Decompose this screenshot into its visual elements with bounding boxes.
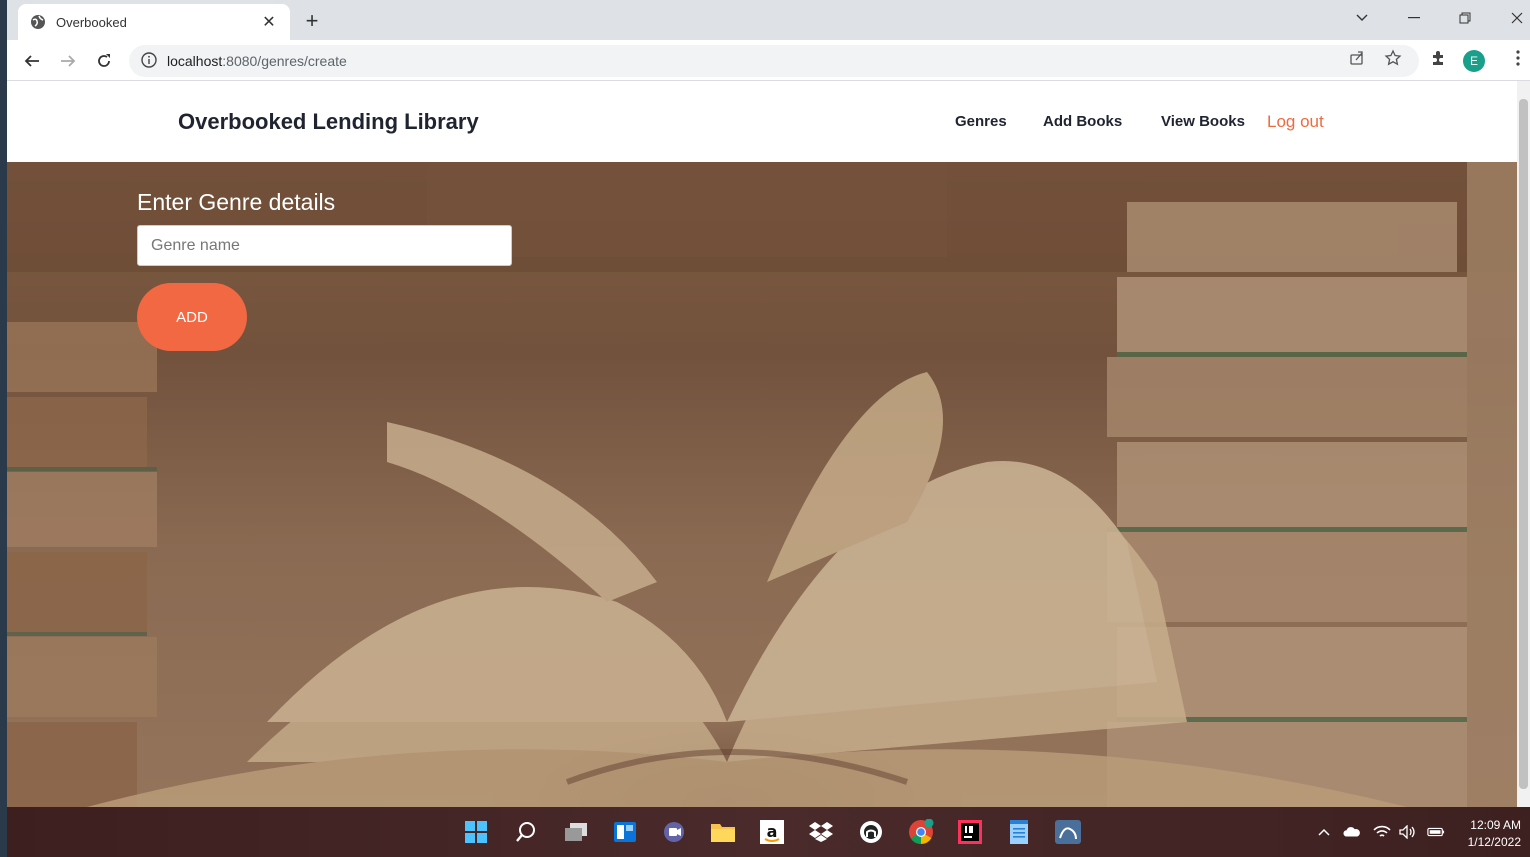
info-icon[interactable] [141, 52, 159, 70]
browser-tab[interactable]: Overbooked ✕ [18, 4, 290, 40]
notepad-icon[interactable] [1005, 818, 1033, 846]
search-icon[interactable] [512, 818, 540, 846]
extensions-puzzle-icon[interactable] [1427, 47, 1449, 69]
back-icon[interactable] [19, 48, 45, 74]
task-view-icon[interactable] [562, 818, 590, 846]
reload-icon[interactable] [91, 48, 117, 74]
globe-icon [30, 14, 46, 30]
speaker-icon[interactable] [1399, 823, 1417, 841]
chevron-down-icon[interactable] [1345, 6, 1379, 30]
url-path: :8080/genres/create [222, 53, 347, 69]
nav-link-view-books[interactable]: View Books [1161, 113, 1245, 130]
address-bar[interactable]: localhost:8080/genres/create [129, 45, 1419, 77]
browser-window: Overbooked ✕ + localhost:8080/genres/cre… [0, 0, 1530, 857]
genre-name-input[interactable] [137, 225, 512, 266]
close-window-icon[interactable] [1500, 6, 1530, 30]
wifi-icon[interactable] [1373, 823, 1391, 841]
url-host: localhost [167, 53, 223, 69]
new-tab-button[interactable]: + [299, 8, 325, 34]
browser-toolbar: localhost:8080/genres/create E [7, 40, 1530, 81]
close-tab-icon[interactable]: ✕ [260, 12, 278, 32]
onedrive-cloud-icon[interactable] [1343, 823, 1361, 841]
system-clock[interactable]: 12:09 AM 1/12/2022 [1468, 817, 1521, 851]
restore-icon[interactable] [1448, 6, 1482, 30]
share-icon[interactable] [1346, 47, 1368, 69]
tab-strip: Overbooked ✕ + [7, 0, 1530, 40]
page-scrollbar[interactable] [1517, 81, 1530, 807]
windows-start-icon[interactable] [462, 818, 490, 846]
chevron-up-icon[interactable] [1315, 823, 1333, 841]
nav-link-add-books[interactable]: Add Books [1043, 113, 1122, 130]
add-genre-button[interactable]: ADD [137, 283, 247, 351]
github-desktop-icon[interactable] [857, 818, 885, 846]
svg-text:a: a [767, 822, 778, 841]
site-brand[interactable]: Overbooked Lending Library [178, 109, 479, 135]
scrollbar-thumb[interactable] [1519, 99, 1528, 789]
clock-date: 1/12/2022 [1467, 835, 1521, 849]
minimize-icon[interactable] [1397, 6, 1431, 30]
battery-icon[interactable] [1427, 823, 1445, 841]
intellij-idea-icon[interactable] [956, 818, 984, 846]
clock-time: 12:09 AM [1470, 818, 1521, 832]
books-background: Enter Genre details ADD [7, 162, 1517, 807]
logout-link[interactable]: Log out [1267, 112, 1324, 132]
nav-link-genres[interactable]: Genres [955, 113, 1007, 130]
site-navbar: Overbooked Lending Library Genres Add Bo… [7, 81, 1517, 162]
chrome-icon[interactable] [907, 818, 935, 846]
windows-taskbar: a 12:09 AM 1/12/2022 [7, 807, 1530, 857]
bookmark-star-icon[interactable] [1382, 47, 1404, 69]
file-explorer-icon[interactable] [709, 818, 737, 846]
widgets-icon[interactable] [611, 818, 639, 846]
dropbox-icon[interactable] [807, 818, 835, 846]
url-text: localhost:8080/genres/create [167, 53, 347, 69]
forward-icon[interactable] [55, 48, 81, 74]
web-page: Overbooked Lending Library Genres Add Bo… [7, 81, 1517, 807]
amazon-icon[interactable]: a [758, 818, 786, 846]
tab-title: Overbooked [56, 14, 127, 30]
kebab-menu-icon[interactable] [1507, 47, 1529, 69]
mysql-workbench-icon[interactable] [1054, 818, 1082, 846]
form-title: Enter Genre details [137, 189, 336, 215]
teams-chat-icon[interactable] [660, 818, 688, 846]
profile-avatar[interactable]: E [1463, 50, 1485, 72]
